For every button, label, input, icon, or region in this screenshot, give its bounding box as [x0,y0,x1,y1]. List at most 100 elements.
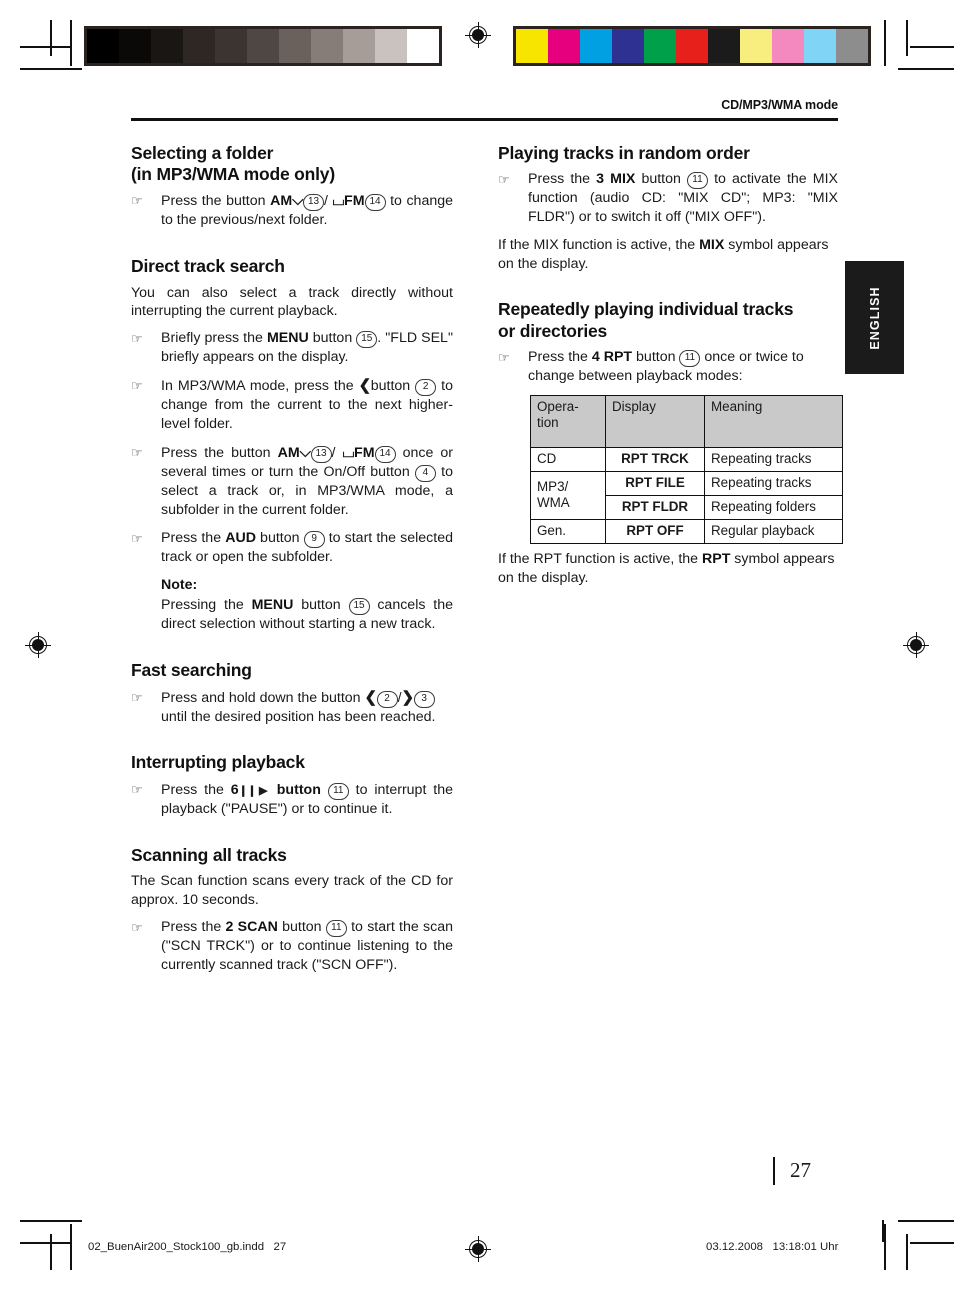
cell-meaning: Regular playback [704,519,843,545]
note-rpt-display: If the RPT function is active, the RPT s… [498,550,838,588]
heading-interrupting-playback: Interrupting playback [131,752,305,773]
grayscale-patch [311,29,343,63]
color-patch [740,29,772,63]
note-text: Pressing the MENU button 15 cancels the … [161,596,453,634]
crop-mark [910,46,954,48]
crop-mark [70,1224,73,1270]
language-side-tab-label: ENGLISH [867,285,882,350]
list-item-text: In MP3/WMA mode, press the button 2 to c… [161,376,453,434]
list-item-text: Press the 4 RPT button 11 once or twice … [528,348,838,386]
table-header-meaning: Meaning [704,395,843,448]
color-patch [644,29,676,63]
ref-number: 11 [679,350,701,368]
crop-mark [884,1224,887,1270]
grayscale-patch [119,29,151,63]
table-header-display: Display [605,395,705,448]
display-symbol-rpt: RPT [701,551,731,568]
list-item: ☞ Press the 6 button 11 to interrupt the… [131,780,453,819]
note-block: Note: Pressing the MENU button 15 cancel… [161,576,453,635]
crop-mark [20,68,82,71]
text-fragment: Press the button [161,193,271,210]
heading-repeatedly-playing: Repeatedly playing individual tracks or … [498,299,838,342]
cell-display: RPT FILE [605,471,705,497]
table-header-row: Opera- tion Display Meaning [530,395,843,448]
color-patch [548,29,580,63]
cell-operation: CD [530,446,606,473]
text-fragment: until the desired position has been reac… [161,708,436,725]
ref-number: 14 [364,194,386,212]
text-fragment: Press the [528,170,597,187]
crop-mark [898,68,954,71]
text-fragment: / [331,444,343,461]
language-side-tab: ENGLISH [845,261,904,374]
text-fragment: Press the button [161,444,278,461]
grayscale-patch [343,29,375,63]
paragraph-direct-track-search-intro: You can also select a track directly wit… [131,284,453,320]
button-label-fm: FM [354,444,375,461]
ref-number: 11 [327,782,349,800]
list-item: ☞ Press the 3 MIX button 11 to activate … [498,170,838,227]
ref-number: 2 [415,379,437,397]
list-item-text: Press the 3 MIX button 11 to activate th… [528,170,838,227]
color-patch [580,29,612,63]
pointing-hand-icon: ☞ [131,444,143,460]
cell-meaning: Repeating tracks [704,471,843,497]
ref-number: 3 [413,690,435,708]
crop-mark [20,1220,82,1223]
crop-mark [884,20,887,66]
cell-display: RPT TRCK [605,446,705,473]
button-label-am: AM [270,193,293,210]
text-fragment: tion [537,415,559,431]
button-label-am: AM [277,444,300,461]
table-body: CD RPT TRCK Repeating tracks MP3/ WMA RP… [530,446,843,545]
ref-number: 13 [303,194,325,212]
text-fragment: WMA [537,495,570,511]
heading-line-1: Selecting a folder [131,142,274,163]
crop-mark [70,20,73,66]
list-item: ☞ Press the 2 SCAN button 11 to start th… [131,918,453,975]
grayscale-patch [375,29,407,63]
button-label-menu: MENU [266,330,309,347]
pause-play-icon [239,781,270,798]
note-label: Note: [161,576,198,593]
pointing-hand-icon: ☞ [131,378,143,394]
heading-selecting-a-folder: Selecting a folder (in MP3/WMA mode only… [131,143,453,186]
heading-playing-tracks-random: Playing tracks in random order [498,142,750,163]
page-canvas: ENGLISH CD/MP3/WMA mode Selecting a fold… [0,0,954,1290]
list-item-text: Press the 2 SCAN button 11 to start the … [161,918,453,975]
color-patch [804,29,836,63]
list-item-text: Briefly press the MENU button 15. "FLD S… [161,329,453,367]
registration-mark-top [465,22,491,48]
list-item-text: Press and hold down the button 2/3 until… [161,688,453,727]
color-calibration-strip [513,26,871,66]
crop-mark [20,46,70,48]
left-arrow-icon [365,689,377,706]
crop-mark [910,1242,954,1244]
grayscale-patch [279,29,311,63]
color-patch [708,29,740,63]
table-header: Opera- tion Display Meaning [530,395,843,448]
two-column-layout: Selecting a folder (in MP3/WMA mode only… [131,142,843,984]
text-fragment: button [632,349,680,366]
ref-number: 13 [310,445,332,463]
text-fragment: Press the [161,529,226,546]
display-symbol-mix: MIX [699,236,725,253]
text-fragment: If the MIX function is active, the [498,236,700,253]
left-column: Selecting a folder (in MP3/WMA mode only… [131,143,453,984]
ref-number: 15 [348,598,370,616]
table-header-operation: Opera- tion [530,395,606,448]
cell-display: RPT OFF [605,519,705,545]
down-arrow-icon [300,444,311,461]
button-label-scan: 2 SCAN [225,918,278,935]
registration-mark-right [903,632,929,658]
text-fragment: MP3/ [537,479,569,495]
page-content: CD/MP3/WMA mode Selecting a folder (in M… [131,98,843,984]
cell-display: RPT FLDR [605,495,705,521]
folio-rule [773,1157,776,1185]
heading-line-2: (in MP3/WMA mode only) [131,163,335,184]
list-item-text: Press the button AM13/ FM14 once or seve… [161,443,453,520]
left-arrow-icon [359,377,371,394]
pointing-hand-icon: ☞ [131,781,143,797]
ref-number: 9 [303,530,325,548]
text-fragment: Opera- [537,399,579,414]
